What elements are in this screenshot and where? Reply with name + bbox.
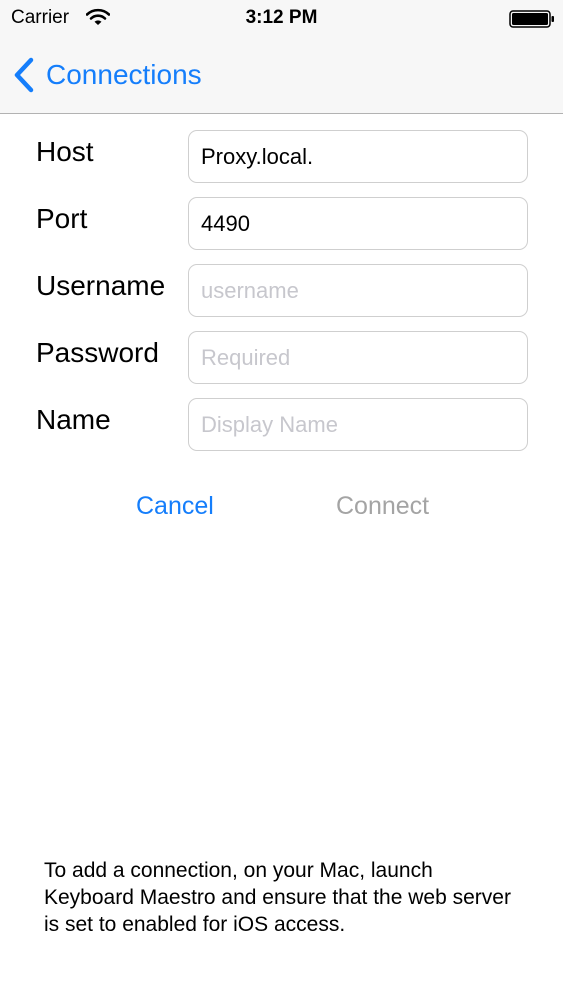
port-row: Port [0,197,563,250]
password-row: Password [0,331,563,384]
back-button-label: Connections [46,59,202,90]
status-time: 3:12 PM [245,7,318,28]
host-input[interactable] [188,130,528,183]
host-row: Host [0,130,563,183]
host-label: Host [36,136,94,167]
form-actions: Cancel Connect [0,492,563,526]
name-label: Name [36,404,111,435]
password-input[interactable] [188,331,528,384]
username-input[interactable] [188,264,528,317]
port-input[interactable] [188,197,528,250]
status-bar: Carrier 3:12 PM [0,0,563,38]
chevron-left-icon [14,57,34,93]
name-row: Name [0,398,563,451]
help-text: To add a connection, on your Mac, launch… [44,859,511,936]
username-row: Username [0,264,563,317]
battery-icon [509,10,554,28]
cancel-button[interactable]: Cancel [136,492,214,521]
back-button[interactable]: Connections [12,54,202,96]
navigation-bar: Connections [0,38,563,114]
connect-button[interactable]: Connect [336,492,429,521]
port-label: Port [36,203,88,234]
display-name-input[interactable] [188,398,528,451]
password-label: Password [36,337,159,368]
username-label: Username [36,270,166,301]
